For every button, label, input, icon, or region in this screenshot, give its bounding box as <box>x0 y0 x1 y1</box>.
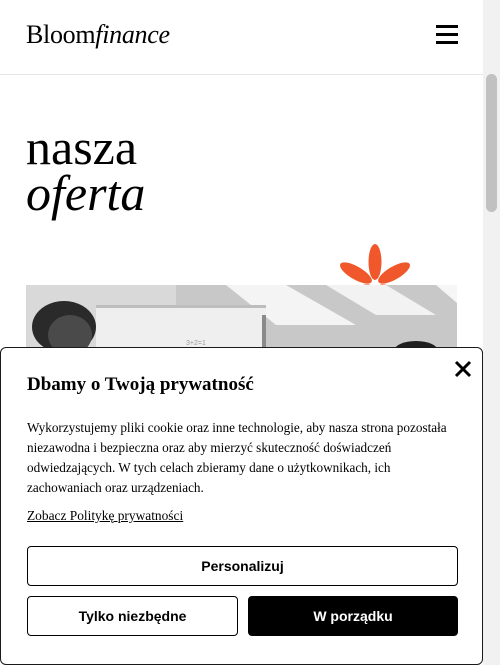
offer-photo: 3+2=1 <box>26 285 457 355</box>
accept-button[interactable]: W porządku <box>248 596 458 636</box>
page-title: nasza oferta <box>26 122 146 221</box>
logo-italic: finance <box>95 20 170 49</box>
scrollbar-thumb[interactable] <box>486 74 497 212</box>
privacy-policy-link[interactable]: Zobacz Politykę prywatności <box>27 508 183 524</box>
logo-main: Bloom <box>26 20 96 49</box>
cookie-title: Dbamy o Twoją prywatność <box>27 374 254 395</box>
cookie-description: Wykorzystujemy pliki cookie oraz inne te… <box>27 420 447 495</box>
scrollbar-track[interactable] <box>483 0 500 665</box>
necessary-only-button[interactable]: Tylko niezbędne <box>27 596 238 636</box>
personalize-button[interactable]: Personalizuj <box>27 546 458 586</box>
svg-text:3+2=1: 3+2=1 <box>186 340 206 347</box>
hamburger-menu-icon[interactable] <box>436 25 458 45</box>
site-header: Bloomfinance <box>0 0 483 75</box>
cookie-consent-dialog: Dbamy o Twoją prywatność Wykorzystujemy … <box>0 347 483 665</box>
close-icon[interactable] <box>452 358 474 380</box>
photo-image: 3+2=1 <box>26 285 457 355</box>
title-line-2: oferta <box>26 165 146 221</box>
logo[interactable]: Bloomfinance <box>26 18 170 52</box>
